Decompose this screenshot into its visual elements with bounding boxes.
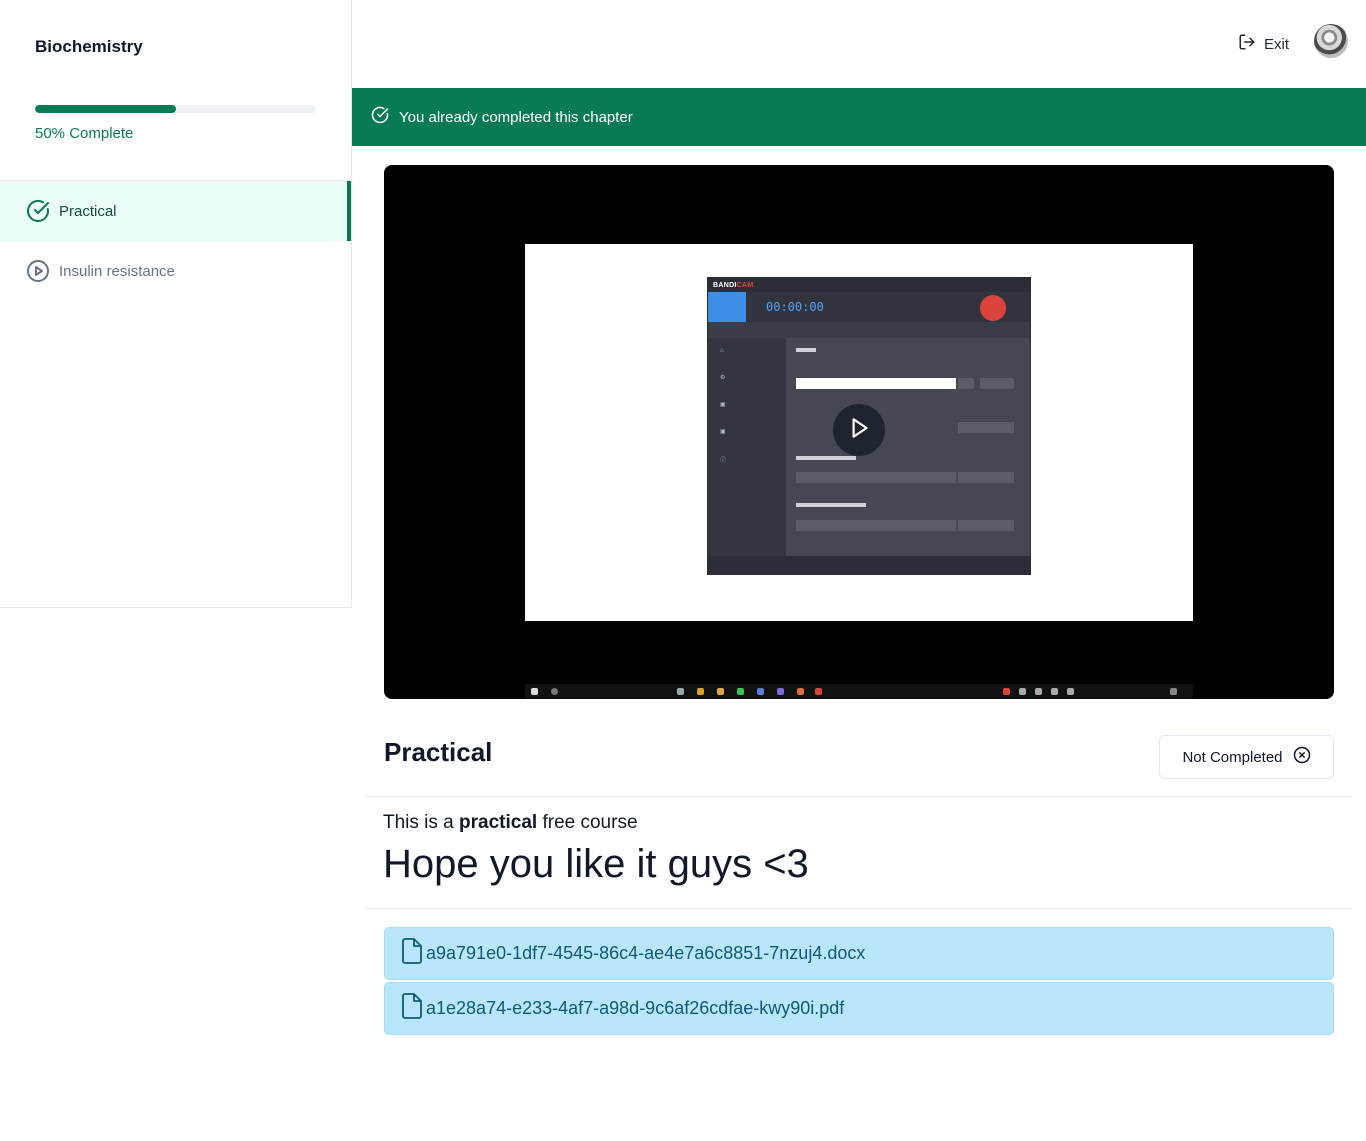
progress-bar	[35, 105, 316, 113]
sidebar-item-label: Insulin resistance	[59, 262, 175, 280]
completion-toggle-button[interactable]: Not Completed	[1159, 735, 1334, 779]
sidebar-item-insulin-resistance[interactable]: Insulin resistance	[0, 241, 351, 301]
check-circle-icon	[26, 199, 50, 223]
divider	[366, 908, 1352, 909]
description-bold: practical	[459, 812, 538, 833]
play-circle-icon	[26, 259, 50, 283]
attachment-name: a9a791e0-1df7-4545-86c4-ae4e7a6c8851-7nz…	[426, 943, 866, 963]
video-player[interactable]: BANDI CAM 00:00:00 ⌂ ⚙ ▣ ▣ ⓘ	[384, 165, 1334, 699]
attachment-link[interactable]: a9a791e0-1df7-4545-86c4-ae4e7a6c8851-7nz…	[384, 927, 1334, 980]
exit-label: Exit	[1264, 35, 1290, 53]
progress-bar-fill	[35, 105, 176, 113]
chapter-title: Practical	[384, 737, 493, 767]
course-title: Biochemistry	[35, 37, 143, 56]
check-circle-icon	[371, 106, 389, 128]
banner-text: You already completed this chapter	[399, 108, 633, 126]
chapter-headline: Hope you like it guys <3	[383, 842, 809, 886]
attachment-name: a1e28a74-e233-4af7-a98d-9c6af26cdfae-kwy…	[426, 998, 845, 1018]
chapter-description: This is a practical free course	[383, 812, 638, 833]
thumbnail-taskbar	[525, 684, 1193, 699]
play-button[interactable]	[833, 404, 885, 456]
status-label: Not Completed	[1182, 748, 1283, 766]
x-circle-icon	[1293, 746, 1311, 768]
completion-banner: You already completed this chapter	[352, 88, 1366, 146]
exit-button[interactable]: Exit	[1238, 33, 1289, 55]
progress-label: 50% Complete	[35, 125, 134, 142]
file-icon	[400, 992, 424, 1025]
sidebar-item-practical[interactable]: Practical	[0, 181, 351, 241]
chapter-list: Practical Insulin resistance	[0, 180, 351, 301]
thumbnail-timer: 00:00:00	[766, 300, 824, 314]
attachment-link[interactable]: a1e28a74-e233-4af7-a98d-9c6af26cdfae-kwy…	[384, 982, 1334, 1035]
divider	[366, 796, 1352, 797]
file-icon	[400, 937, 424, 970]
sidebar-item-label: Practical	[59, 202, 117, 220]
top-bar: Exit	[352, 0, 1366, 88]
sidebar: Biochemistry 50% Complete Practical Insu…	[0, 0, 352, 608]
avatar[interactable]	[1314, 24, 1348, 58]
thumbnail-app-brand: BANDI CAM	[708, 278, 1030, 292]
log-out-icon	[1238, 33, 1256, 55]
play-icon	[846, 415, 872, 446]
